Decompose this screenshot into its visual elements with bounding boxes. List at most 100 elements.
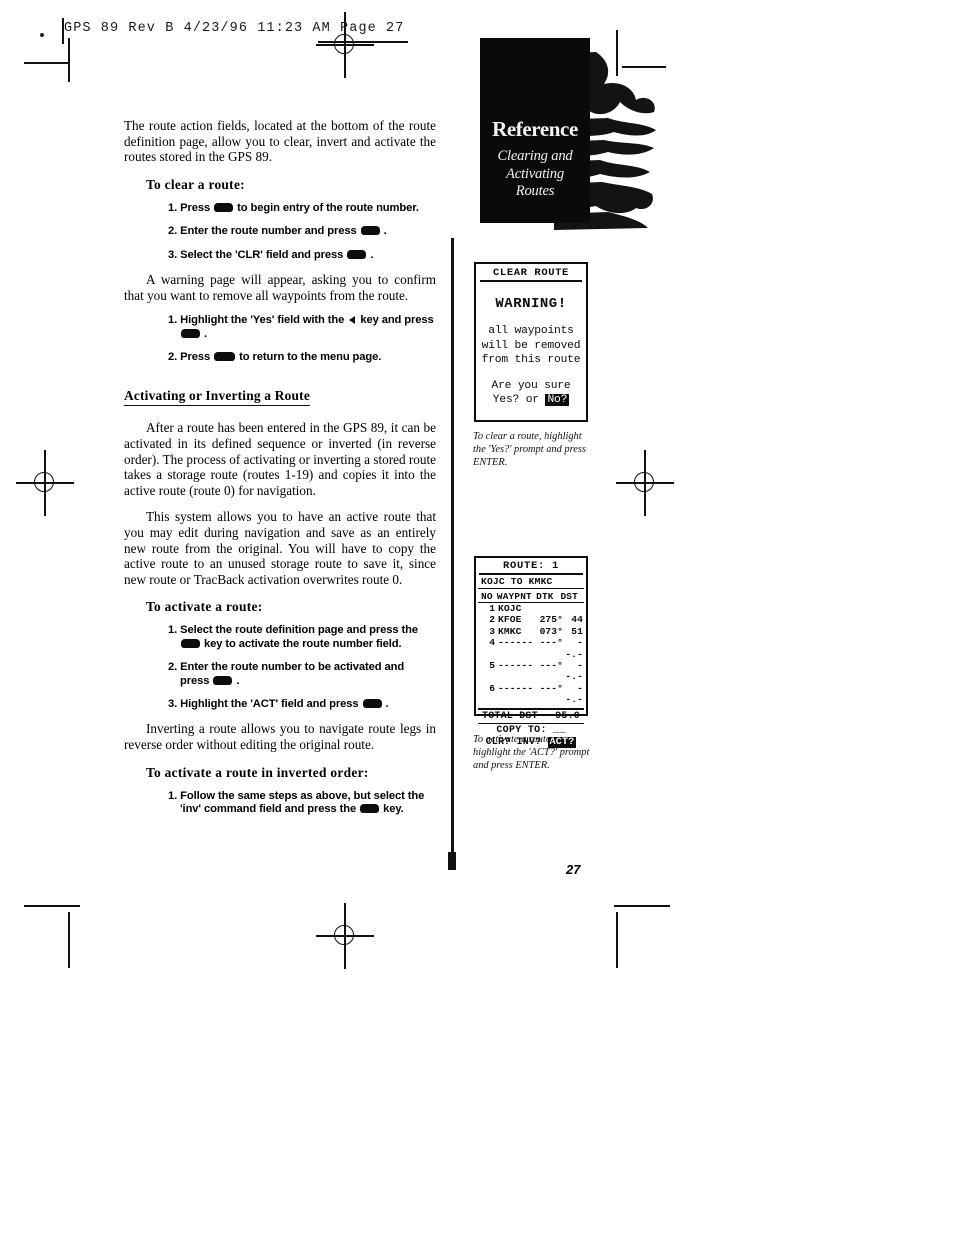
column-header-waypoint: WAYPNT xyxy=(496,591,532,602)
crop-mark-bottom-right-vertical xyxy=(616,912,618,968)
row-waypoint[interactable]: KFOE xyxy=(498,614,540,625)
row-waypoint[interactable]: ------ xyxy=(498,637,540,660)
crop-mark-bottom-left-horizontal xyxy=(24,905,80,907)
column-divider xyxy=(451,238,454,860)
row-dst: 44 xyxy=(571,614,583,626)
activate-step-2: 2. Enter the route number to be activate… xyxy=(168,661,436,688)
row-dst: 51 xyxy=(571,625,583,637)
table-row[interactable]: 3 KMKC 073° 51 xyxy=(476,626,586,637)
crop-mark-bottom-left-vertical xyxy=(68,912,70,968)
enter-key-icon xyxy=(181,328,200,338)
clear-step-3-before: 3. Select the 'CLR' field and press xyxy=(168,248,344,261)
activate-route-figure-caption: To activate a route, highlight the 'ACT?… xyxy=(473,734,590,772)
registration-mark-right xyxy=(616,450,674,516)
row-waypoint[interactable]: KMKC xyxy=(498,626,540,637)
main-text-column: The route action fields, located at the … xyxy=(124,118,436,826)
route-definition-screen: ROUTE: 1 KOJC TO KMKC NO WAYPNT DTK DST … xyxy=(474,556,588,748)
activating-inverting-heading: Activating or Inverting a Route xyxy=(124,388,310,407)
warning-screen-warning-word: WARNING! xyxy=(495,296,567,312)
crop-mark-top-left-vertical xyxy=(68,38,70,82)
warning-message-line-2: will be removed xyxy=(481,339,581,352)
row-dst: --.- xyxy=(565,682,583,706)
clear-step-1: 1. Press to begin entry of the route num… xyxy=(168,202,436,215)
row-dst: --.- xyxy=(565,660,583,683)
row-dtk: ---° xyxy=(539,637,564,649)
clear-route-warning-screen: CLEAR ROUTE WARNING! all waypoints will … xyxy=(474,262,588,422)
row-dtk: 275° xyxy=(539,614,564,626)
table-row[interactable]: 2 KFOE 275° 44 xyxy=(476,614,586,625)
activate-route-heading: To activate a route: xyxy=(146,599,263,615)
enter-key-icon xyxy=(360,803,380,813)
intro-paragraph: The route action fields, located at the … xyxy=(124,118,436,165)
banner-title: Reference xyxy=(492,117,578,141)
column-header-dst: DST xyxy=(560,591,578,602)
inverted-step-1: 1. Follow the same steps as above, but s… xyxy=(168,790,436,817)
clear-step-3-after: . xyxy=(370,248,374,261)
clear-route-heading: To clear a route: xyxy=(146,176,245,192)
crop-mark-bottom-right-horizontal xyxy=(614,905,670,907)
activate-step-1-after: key to activate the route number field. xyxy=(204,637,402,650)
table-row[interactable]: 5 ------ ---° --.- xyxy=(476,660,586,683)
registration-mark-left xyxy=(16,450,74,516)
registration-mark-bottom xyxy=(316,903,374,969)
route-label: ROUTE: xyxy=(502,560,545,572)
activate-step-3-before: 3. Highlight the 'ACT' field and press xyxy=(168,697,359,710)
clear-step-1-after: to begin entry of the route number. xyxy=(237,201,419,214)
route-table-header: NO WAYPNT DTK DST xyxy=(478,590,584,603)
activate-step-3: 3. Highlight the 'ACT' field and press . xyxy=(168,698,436,711)
warning-screen-confirm: Are you sure Yes? or No? xyxy=(476,379,586,408)
banner-subtitle: Clearing and Activating Routes xyxy=(497,148,573,199)
clear-step-3: 3. Select the 'CLR' field and press . xyxy=(168,249,436,262)
left-arrow-key-icon xyxy=(349,316,356,325)
row-dtk: ---° xyxy=(539,682,564,694)
row-number: 6 xyxy=(489,682,496,694)
activate-step-3-after: . xyxy=(385,697,389,710)
table-row[interactable]: 4 ------ ---° --.- xyxy=(476,637,586,660)
row-waypoint[interactable]: ------ xyxy=(498,683,540,706)
row-dtk xyxy=(540,603,565,614)
activate-step-1-before: 1. Select the route definition page and … xyxy=(168,624,418,637)
row-number: 4 xyxy=(489,637,496,649)
clear-step-2: 2. Enter the route number and press . xyxy=(168,225,436,238)
warning-message-line-1: all waypoints xyxy=(488,325,574,337)
clear-step-2-after: . xyxy=(383,225,387,238)
warning-confirm-options: Yes? or No? xyxy=(476,393,586,408)
route-screen-subtitle: KOJC TO KMKC xyxy=(478,575,584,589)
row-waypoint[interactable]: KOJC xyxy=(498,603,540,614)
warning-step-2-before: 2. Press xyxy=(168,351,211,363)
inverting-paragraph: Inverting a route allows you to navigate… xyxy=(124,721,436,752)
warning-step-1: 1. Highlight the 'Yes' field with the ke… xyxy=(168,314,436,341)
print-header-text: GPS 89 Rev B 4/23/96 11:23 AM Page 27 xyxy=(64,21,405,36)
crop-mark-top-left-horizontal xyxy=(24,62,68,64)
route-number-value[interactable]: 1 xyxy=(552,560,559,572)
warning-step-1-mid: key and press xyxy=(360,314,434,327)
enter-key-icon xyxy=(213,675,233,685)
column-divider-end-cap xyxy=(448,852,456,870)
total-distance-label: TOTAL DST xyxy=(482,710,538,722)
header-bullet-mark xyxy=(40,33,44,37)
table-row[interactable]: 1 KOJC xyxy=(476,603,586,614)
row-dtk: 073° xyxy=(539,625,564,637)
row-waypoint[interactable]: ------ xyxy=(498,660,540,683)
table-row[interactable]: 6 ------ ---° --.- xyxy=(476,683,586,706)
activate-step-2-after: . xyxy=(236,674,240,687)
enter-key-icon xyxy=(362,698,382,708)
enter-key-icon xyxy=(347,249,367,259)
warning-message-line-3: from this route xyxy=(481,354,581,367)
warning-confirm-question: Are you sure xyxy=(491,379,571,392)
row-number: 5 xyxy=(489,660,496,672)
activate-step-2-before: 2. Enter the route number to be activate… xyxy=(168,661,405,687)
row-dst xyxy=(564,603,583,614)
yes-option-label[interactable]: Yes? or xyxy=(493,394,546,406)
warning-step-2-after: to return to the menu page. xyxy=(239,351,382,363)
no-option-highlighted[interactable]: No? xyxy=(545,394,570,407)
warning-step-1-before: 1. Highlight the 'Yes' field with the xyxy=(168,314,345,327)
clear-route-figure-caption: To clear a route, highlight the 'Yes?' p… xyxy=(473,431,586,469)
enter-key-icon xyxy=(360,226,380,236)
warning-screen-message: all waypoints will be removed from this … xyxy=(476,324,586,368)
warning-paragraph: A warning page will appear, asking you t… xyxy=(124,272,436,303)
activating-paragraph-2: This system allows you to have an active… xyxy=(124,509,436,587)
route-screen-title: ROUTE: 1 xyxy=(479,559,583,575)
inverted-order-heading: To activate a route in inverted order: xyxy=(146,764,369,780)
route-key-icon xyxy=(214,202,234,212)
